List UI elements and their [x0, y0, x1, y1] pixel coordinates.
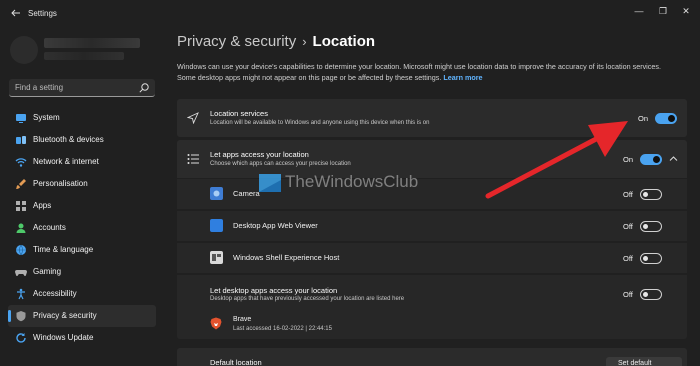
sidebar-item-label: Accounts — [33, 223, 66, 232]
location-services-card[interactable]: Location services Location will be avail… — [177, 99, 687, 137]
brave-icon — [210, 317, 222, 330]
breadcrumb: Privacy & security › Location — [177, 33, 375, 50]
breadcrumb-parent[interactable]: Privacy & security — [177, 33, 296, 50]
sidebar-item-time-language[interactable]: Time & language — [8, 239, 156, 261]
shell-host-toggle[interactable] — [640, 253, 662, 264]
sidebar-item-label: Privacy & security — [33, 311, 97, 320]
wifi-icon — [15, 158, 27, 167]
user-profile[interactable] — [10, 32, 140, 66]
let-apps-access-card[interactable]: Let apps access your location Choose whi… — [177, 140, 687, 178]
app-name: Camera — [233, 189, 260, 198]
watermark-text: TheWindowsClub — [285, 172, 419, 191]
avatar — [10, 36, 38, 64]
monitor-icon — [16, 114, 26, 123]
list-icon — [187, 154, 199, 164]
maximize-button[interactable]: ❐ — [656, 5, 670, 17]
sidebar-item-label: Personalisation — [33, 179, 88, 188]
location-services-title: Location services — [210, 109, 268, 118]
sidebar-item-accessibility[interactable]: Accessibility — [8, 283, 156, 305]
page-title: Location — [312, 33, 376, 50]
sidebar-item-label: Apps — [33, 201, 52, 210]
globe-icon — [16, 244, 26, 256]
sidebar-item-label: Gaming — [33, 267, 62, 276]
search-icon — [139, 83, 149, 93]
minimize-button[interactable]: — — [632, 5, 646, 17]
bluetooth-icon — [16, 136, 26, 144]
sidebar-item-accounts[interactable]: Accounts — [8, 217, 156, 239]
sidebar-item-apps[interactable]: Apps — [8, 195, 156, 217]
desktop-apps-subtitle: Desktop apps that have previously access… — [210, 296, 405, 302]
sidebar-item-label: Bluetooth & devices — [33, 135, 104, 144]
app-state: Off — [623, 222, 633, 231]
sidebar-item-label: Time & language — [33, 245, 94, 254]
app-state: Off — [623, 254, 633, 263]
chevron-up-icon[interactable] — [669, 155, 678, 162]
sidebar-item-gaming[interactable]: Gaming — [8, 261, 156, 283]
desktop-apps-state: Off — [623, 290, 633, 299]
apps-icon — [16, 201, 26, 211]
sidebar-item-privacy-security[interactable]: Privacy & security — [8, 305, 156, 327]
sidebar-item-bluetooth-devices[interactable]: Bluetooth & devices — [8, 129, 156, 151]
let-apps-subtitle: Choose which apps can access your precis… — [210, 161, 351, 167]
active-indicator — [8, 310, 11, 322]
search-input[interactable]: Find a setting — [15, 83, 63, 92]
sidebar-item-label: Accessibility — [33, 289, 77, 298]
controller-icon — [15, 270, 27, 276]
shell-host-icon — [210, 251, 223, 264]
let-apps-toggle[interactable] — [640, 154, 662, 165]
app-row-windows-shell-experience-host: Windows Shell Experience Host Off — [177, 243, 687, 273]
update-icon — [16, 333, 26, 343]
app-state: Off — [623, 190, 633, 199]
location-services-subtitle: Location will be available to Windows an… — [210, 120, 430, 126]
web-viewer-toggle[interactable] — [640, 221, 662, 232]
page-description: Windows can use your device's capabiliti… — [177, 61, 677, 83]
camera-icon — [210, 187, 223, 200]
let-apps-title: Let apps access your location — [210, 150, 309, 159]
sidebar-item-system[interactable]: System — [8, 107, 156, 129]
desktop-apps-title: Let desktop apps access your location — [210, 286, 338, 295]
app-row-camera: Camera Off — [177, 179, 687, 209]
sidebar-item-label: Windows Update — [33, 333, 94, 342]
location-arrow-icon — [187, 112, 199, 124]
sidebar-item-label: System — [33, 113, 60, 122]
sidebar-item-windows-update[interactable]: Windows Update — [8, 327, 156, 349]
brave-name: Brave — [233, 316, 252, 323]
title-bar: Settings — ❐ ✕ — [0, 0, 700, 28]
search-box[interactable]: Find a setting — [9, 79, 155, 97]
learn-more-link[interactable]: Learn more — [443, 73, 482, 82]
location-services-state: On — [638, 114, 649, 123]
brave-last-accessed: Last accessed 16-02-2022 | 22:44:15 — [233, 326, 332, 332]
accessibility-icon — [17, 288, 25, 300]
let-apps-state: On — [623, 155, 634, 164]
sidebar-nav: System Bluetooth & devices Network & int… — [8, 107, 156, 349]
brush-icon — [16, 179, 26, 189]
app-title: Settings — [28, 9, 57, 18]
app-name: Windows Shell Experience Host — [233, 253, 340, 262]
sidebar-item-network[interactable]: Network & internet — [8, 151, 156, 173]
description-text: Windows can use your device's capabiliti… — [177, 62, 661, 82]
shield-icon — [16, 311, 26, 322]
sidebar-item-label: Network & internet — [33, 157, 99, 166]
camera-toggle[interactable] — [640, 189, 662, 200]
back-arrow-icon[interactable] — [10, 7, 22, 19]
app-tile-icon — [210, 219, 223, 232]
close-button[interactable]: ✕ — [679, 5, 693, 17]
desktop-apps-section: Let desktop apps access your location De… — [177, 275, 687, 339]
blurred-user-email — [44, 52, 124, 60]
app-row-desktop-app-web-viewer: Desktop App Web Viewer Off — [177, 211, 687, 241]
blurred-user-name — [44, 38, 140, 48]
breadcrumb-separator: › — [302, 34, 307, 49]
default-location-title: Default location — [210, 358, 262, 366]
location-services-toggle[interactable] — [655, 113, 677, 124]
app-name: Desktop App Web Viewer — [233, 221, 318, 230]
desktop-apps-toggle[interactable] — [640, 289, 662, 300]
sidebar-item-personalisation[interactable]: Personalisation — [8, 173, 156, 195]
person-icon — [16, 223, 26, 233]
windows-club-logo — [259, 174, 281, 192]
set-default-button[interactable]: Set default — [606, 357, 682, 366]
